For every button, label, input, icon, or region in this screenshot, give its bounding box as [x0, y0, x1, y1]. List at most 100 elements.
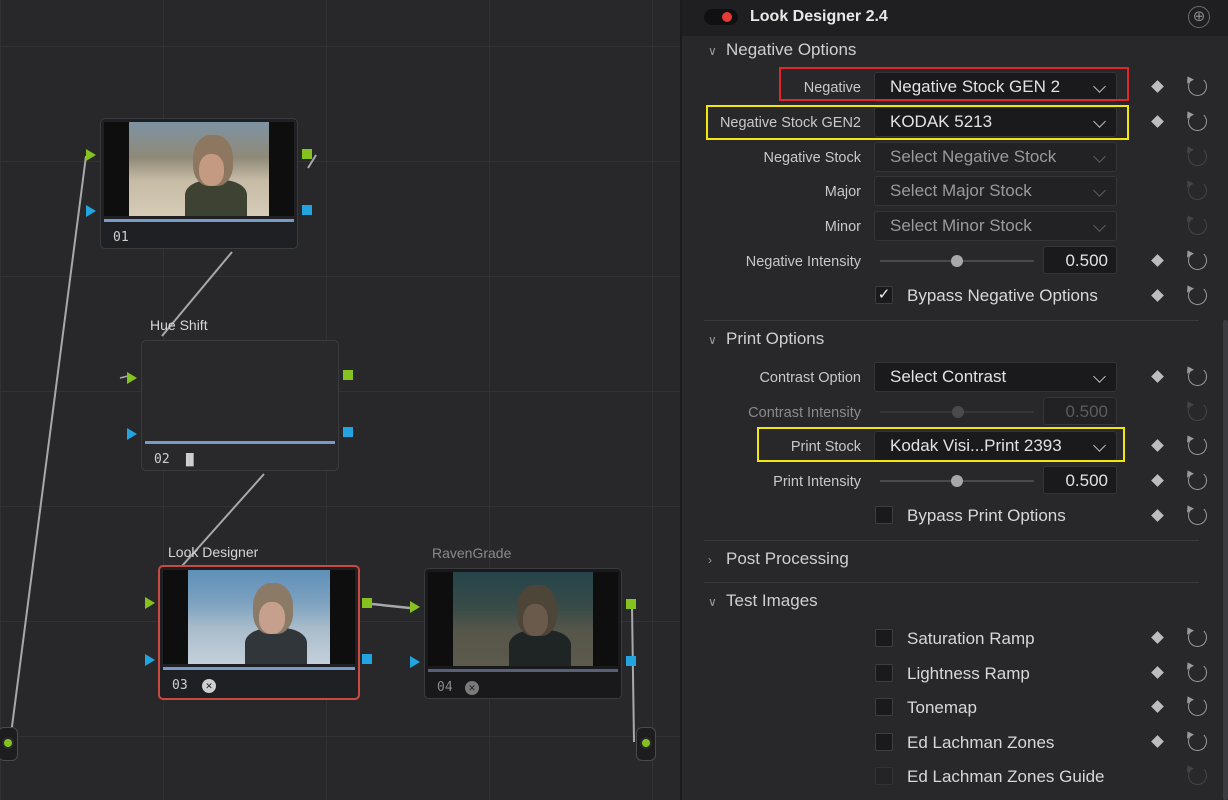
node-03-rgb-output[interactable] — [362, 598, 372, 608]
bypass-negative-label: Bypass Negative Options — [907, 286, 1098, 305]
print-intensity-slider-handle[interactable] — [951, 475, 963, 487]
keyframe-diamond-icon[interactable] — [1151, 509, 1164, 522]
major-stock-dropdown[interactable]: Select Major Stock — [874, 176, 1117, 206]
reset-icon[interactable] — [1188, 251, 1207, 270]
reset-icon[interactable] — [1188, 471, 1207, 490]
reset-icon[interactable] — [1188, 663, 1207, 682]
node-04[interactable]: 04 ✕ — [424, 568, 622, 699]
tonemap-checkbox[interactable] — [875, 698, 893, 716]
reset-icon[interactable] — [1188, 436, 1207, 455]
node-02[interactable]: 02 ▐▌ — [141, 340, 339, 471]
negative-stock-dropdown[interactable]: Select Negative Stock — [874, 142, 1117, 172]
bypass-print-label: Bypass Print Options — [907, 506, 1066, 525]
keyframe-diamond-icon[interactable] — [1151, 474, 1164, 487]
node-graph[interactable]: 01 Hue Shift 02 ▐▌ Look Designer 03 ✕ Ra… — [0, 0, 680, 800]
section-test-images[interactable]: ∨ Test Images — [708, 591, 818, 611]
ed-lachman-zones-checkbox[interactable] — [875, 733, 893, 751]
section-negative-options-label: Negative Options — [726, 40, 857, 59]
keyframe-diamond-icon[interactable] — [1151, 80, 1164, 93]
reset-icon[interactable] — [1188, 697, 1207, 716]
reset-icon[interactable] — [1188, 112, 1207, 131]
saturation-ramp-checkbox[interactable] — [875, 629, 893, 647]
saturation-ramp-label: Saturation Ramp — [907, 629, 1035, 648]
node-01-progress-bar — [104, 219, 294, 222]
keyframe-diamond-icon[interactable] — [1151, 115, 1164, 128]
output-dot[interactable] — [640, 737, 652, 749]
keyframe-diamond-icon[interactable] — [1151, 439, 1164, 452]
section-post-processing[interactable]: › Post Processing — [708, 549, 849, 569]
chevron-down-icon — [1093, 184, 1106, 197]
inspector-scrollbar[interactable] — [1223, 320, 1228, 800]
reset-icon[interactable] — [1188, 367, 1207, 386]
contrast-intensity-label: Contrast Intensity — [748, 405, 861, 421]
node-02-alpha-input[interactable] — [127, 428, 137, 440]
section-test-images-label: Test Images — [726, 591, 818, 610]
node-04-progress-bar — [428, 669, 618, 672]
reset-icon[interactable] — [1188, 506, 1207, 525]
bypass-print-checkbox[interactable] — [875, 506, 893, 524]
node-03[interactable]: 03 ✕ — [158, 565, 360, 700]
effect-enable-toggle[interactable] — [704, 9, 738, 25]
chevron-right-icon: › — [708, 553, 712, 567]
reset-all-icon[interactable]: ⊕ — [1188, 6, 1210, 28]
node-03-alpha-output[interactable] — [362, 654, 372, 664]
reset-icon[interactable] — [1188, 732, 1207, 751]
source-input-dot[interactable] — [2, 737, 14, 749]
node-01-rgb-input[interactable] — [86, 149, 96, 161]
section-print-options[interactable]: ∨ Print Options — [708, 329, 824, 349]
negative-intensity-input[interactable]: 0.500 — [1043, 246, 1117, 274]
keyframe-diamond-icon[interactable] — [1151, 289, 1164, 302]
node-02-rgb-output[interactable] — [343, 370, 353, 380]
section-negative-options[interactable]: ∨ Negative Options — [708, 40, 856, 60]
node-01-alpha-input[interactable] — [86, 205, 96, 217]
lightness-ramp-checkbox[interactable] — [875, 664, 893, 682]
source-input-pill[interactable] — [0, 727, 18, 761]
print-intensity-input[interactable]: 0.500 — [1043, 466, 1117, 494]
reset-icon[interactable] — [1188, 286, 1207, 305]
bypass-negative-checkbox[interactable]: ✓ — [875, 286, 893, 304]
contrast-option-dropdown[interactable]: Select Contrast — [874, 362, 1117, 392]
reset-icon[interactable] — [1188, 628, 1207, 647]
keyframe-diamond-icon[interactable] — [1151, 735, 1164, 748]
node-04-alpha-input[interactable] — [410, 656, 420, 668]
keyframe-diamond-icon[interactable] — [1151, 631, 1164, 644]
bar-graph-icon: ▐▌ — [182, 454, 198, 466]
ed-lachman-zones-guide-checkbox[interactable] — [875, 767, 893, 785]
reset-icon[interactable] — [1188, 77, 1207, 96]
minor-stock-value: Select Minor Stock — [890, 216, 1032, 235]
node-01[interactable]: 01 — [100, 118, 298, 249]
node-03-label: Look Designer — [168, 544, 259, 560]
node-03-rgb-input[interactable] — [145, 597, 155, 609]
negative-intensity-slider-handle[interactable] — [951, 255, 963, 267]
node-03-alpha-input[interactable] — [145, 654, 155, 666]
node-04-rgb-output[interactable] — [626, 599, 636, 609]
reset-icon — [1188, 216, 1207, 235]
chevron-down-icon — [1093, 370, 1106, 383]
lightness-ramp-label: Lightness Ramp — [907, 664, 1030, 683]
node-03-number: 03 — [172, 678, 188, 693]
node-02-rgb-input[interactable] — [127, 372, 137, 384]
minor-stock-dropdown[interactable]: Select Minor Stock — [874, 211, 1117, 241]
reset-icon — [1188, 147, 1207, 166]
contrast-option-value: Select Contrast — [890, 367, 1007, 386]
node-04-number: 04 — [437, 680, 453, 695]
negative-intensity-label: Negative Intensity — [745, 254, 861, 270]
section-divider — [704, 320, 1199, 321]
node-02-alpha-output[interactable] — [343, 427, 353, 437]
print-intensity-label: Print Intensity — [773, 474, 861, 490]
inspector-header: Look Designer 2.4 ⊕ — [682, 0, 1228, 36]
keyframe-diamond-icon[interactable] — [1151, 370, 1164, 383]
output-pill[interactable] — [636, 727, 656, 761]
node-04-rgb-input[interactable] — [410, 601, 420, 613]
negative-stock-value: Select Negative Stock — [890, 147, 1057, 166]
node-01-rgb-output[interactable] — [302, 149, 312, 159]
node-04-thumbnail — [428, 572, 618, 666]
keyframe-diamond-icon[interactable] — [1151, 666, 1164, 679]
section-divider — [704, 540, 1199, 541]
contrast-intensity-slider-handle — [952, 406, 964, 418]
keyframe-diamond-icon[interactable] — [1151, 254, 1164, 267]
node-03-thumbnail — [163, 570, 355, 664]
keyframe-diamond-icon[interactable] — [1151, 700, 1164, 713]
node-01-alpha-output[interactable] — [302, 205, 312, 215]
node-04-alpha-output[interactable] — [626, 656, 636, 666]
